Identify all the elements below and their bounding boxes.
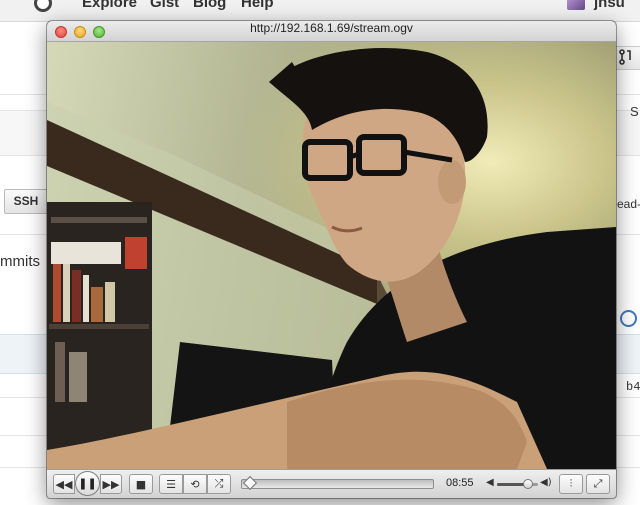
equalizer-button[interactable]: ⫶ bbox=[559, 474, 583, 494]
fast-forward-icon: ▶▶ bbox=[102, 477, 120, 491]
pull-request-button[interactable] bbox=[614, 46, 640, 70]
sync-icon[interactable] bbox=[620, 310, 637, 327]
video-player-window: http://192.168.1.69/stream.ogv ◀◀ ❚❚ ▶▶ … bbox=[47, 21, 616, 498]
repeat-button[interactable]: ⟲ bbox=[183, 474, 207, 494]
username[interactable]: jnsu bbox=[594, 0, 625, 11]
seek-bar[interactable] bbox=[241, 475, 434, 491]
shuffle-button[interactable]: ⤮ bbox=[207, 474, 231, 494]
rewind-icon: ◀◀ bbox=[55, 477, 73, 491]
right-label: S bbox=[630, 104, 639, 119]
stop-icon: ■ bbox=[135, 477, 147, 491]
pause-icon: ❚❚ bbox=[78, 477, 97, 490]
avatar[interactable] bbox=[567, 0, 585, 10]
rewind-button[interactable]: ◀◀ bbox=[53, 474, 75, 494]
volume-handle[interactable] bbox=[522, 479, 533, 489]
video-frame[interactable] bbox=[47, 42, 616, 469]
nav-gist[interactable]: Gist bbox=[150, 0, 179, 11]
elapsed-time: 08:55 bbox=[446, 477, 474, 489]
branch-label[interactable]: ead- bbox=[617, 197, 640, 211]
fullscreen-button[interactable]: ⤢ bbox=[586, 474, 610, 494]
fullscreen-icon: ⤢ bbox=[593, 477, 603, 490]
fast-forward-button[interactable]: ▶▶ bbox=[100, 474, 122, 494]
nav-help[interactable]: Help bbox=[241, 0, 274, 11]
pull-request-icon bbox=[619, 49, 631, 65]
commits-label[interactable]: mmits bbox=[0, 253, 40, 270]
playback-controls: ◀◀ ❚❚ ▶▶ ■ ☰ ⟲ ⤮ 08:55 ◀ ◀) ⫶ ⤢ bbox=[47, 469, 616, 498]
volume-high-icon[interactable]: ◀) bbox=[540, 477, 552, 488]
playlist-icon: ☰ bbox=[166, 477, 176, 491]
title-bar[interactable]: http://192.168.1.69/stream.ogv bbox=[47, 21, 616, 42]
window-title: http://192.168.1.69/stream.ogv bbox=[250, 21, 413, 35]
volume-low-icon[interactable]: ◀ bbox=[486, 477, 494, 488]
stop-button[interactable]: ■ bbox=[129, 474, 153, 494]
volume-slider[interactable] bbox=[497, 479, 538, 489]
playlist-button[interactable]: ☰ bbox=[159, 474, 183, 494]
nav-blog[interactable]: Blog bbox=[193, 0, 226, 11]
pause-button[interactable]: ❚❚ bbox=[75, 471, 100, 496]
ssh-button[interactable]: SSH bbox=[4, 189, 48, 214]
seek-handle[interactable] bbox=[242, 475, 258, 491]
commit-hash[interactable]: b4 bbox=[626, 380, 640, 394]
github-logo-icon[interactable] bbox=[34, 0, 52, 12]
repeat-icon: ⟲ bbox=[190, 477, 200, 491]
equalizer-icon: ⫶ bbox=[569, 477, 573, 490]
github-header: Explore Gist Blog Help jnsu bbox=[0, 0, 640, 22]
nav-explore[interactable]: Explore bbox=[82, 0, 137, 11]
shuffle-icon: ⤮ bbox=[214, 477, 224, 490]
video-image bbox=[47, 47, 616, 469]
